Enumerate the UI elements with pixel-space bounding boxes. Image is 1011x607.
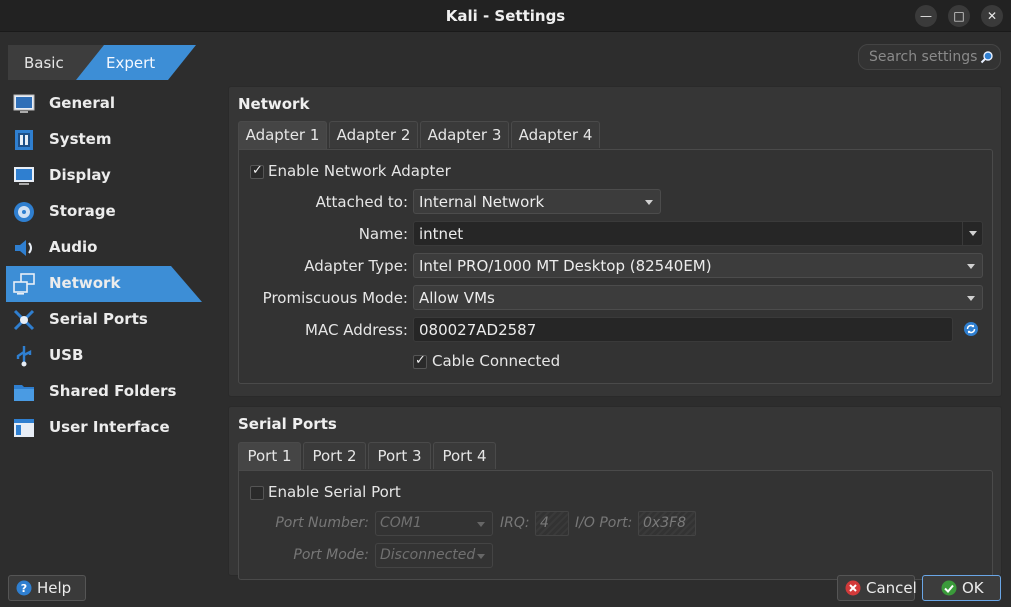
promiscuous-mode-label: Promiscuous Mode:: [262, 289, 408, 307]
tab-adapter-2[interactable]: Adapter 2: [329, 121, 418, 148]
network-title: Network: [238, 95, 310, 113]
maximize-icon: □: [953, 9, 965, 23]
attached-to-select[interactable]: Internal Network: [413, 189, 661, 214]
display-icon: [14, 167, 34, 185]
shared-folders-icon: [14, 385, 34, 401]
tab-adapter-3[interactable]: Adapter 3: [420, 121, 509, 148]
sidebar-item-label: Serial Ports: [49, 310, 148, 328]
chevron-down-icon: [967, 264, 975, 269]
sidebar-item-label: Shared Folders: [49, 382, 177, 400]
cable-connected-checkbox[interactable]: [413, 353, 427, 369]
sidebar-item-general[interactable]: General: [0, 86, 210, 122]
sidebar-item-storage[interactable]: Storage: [0, 194, 210, 230]
close-button[interactable]: ✕: [981, 5, 1003, 27]
chevron-down-icon: [645, 200, 653, 205]
network-icon: [13, 273, 35, 295]
chevron-down-icon[interactable]: [962, 222, 982, 245]
usb-icon: [16, 346, 32, 367]
sidebar-item-network[interactable]: Network: [6, 266, 202, 302]
close-icon: ✕: [986, 9, 998, 23]
mac-address-field[interactable]: 080027AD2587: [413, 317, 953, 342]
attached-to-label: Attached to:: [315, 193, 408, 211]
search-placeholder: Search settings: [869, 49, 978, 65]
tab-adapter-1[interactable]: Adapter 1: [238, 121, 327, 150]
sidebar-item-audio[interactable]: Audio: [0, 230, 210, 266]
refresh-mac-icon[interactable]: [963, 321, 979, 337]
sidebar-item-display[interactable]: Display: [0, 158, 210, 194]
sidebar-item-label: System: [49, 130, 112, 148]
title-bar: Kali - Settings — □ ✕: [0, 0, 1011, 32]
serial-ports-title: Serial Ports: [238, 415, 337, 433]
sidebar-item-label: Storage: [49, 202, 116, 220]
general-icon: [13, 94, 35, 113]
name-label: Name:: [358, 225, 408, 243]
sidebar-item-shared-folders[interactable]: Shared Folders: [0, 374, 210, 410]
io-port-label: I/O Port:: [575, 515, 633, 531]
adapter-type-label: Adapter Type:: [304, 257, 408, 275]
storage-icon: [14, 202, 34, 222]
help-button[interactable]: ? Help: [8, 575, 86, 601]
enable-network-adapter-checkbox[interactable]: [250, 163, 264, 179]
mac-address-label: MAC Address:: [305, 321, 408, 339]
minimize-icon: —: [920, 9, 932, 23]
sidebar-item-label: Display: [49, 166, 111, 184]
sidebar-item-system[interactable]: System: [0, 122, 210, 158]
irq-label: IRQ:: [500, 515, 530, 531]
search-icon: [980, 51, 993, 64]
port-number-select[interactable]: COM1: [375, 511, 493, 536]
sidebar-item-label: Network: [49, 274, 121, 292]
io-port-field[interactable]: 0x3F8: [638, 511, 696, 536]
irq-field[interactable]: 4: [535, 511, 569, 536]
enable-serial-port-checkbox[interactable]: [250, 486, 264, 500]
port-mode-label: Port Mode:: [293, 547, 369, 563]
sidebar-item-label: General: [49, 94, 115, 112]
serial-ports-panel: Serial Ports Port 1 Port 2 Port 3 Port 4…: [228, 406, 1002, 580]
tab-adapter-4[interactable]: Adapter 4: [511, 121, 600, 148]
sidebar-item-user-interface[interactable]: User Interface: [0, 410, 210, 446]
port-number-label: Port Number:: [275, 515, 369, 531]
tab-port-3[interactable]: Port 3: [368, 442, 431, 469]
chevron-down-icon: [477, 522, 485, 527]
tab-port-4[interactable]: Port 4: [433, 442, 496, 469]
port-mode-select[interactable]: Disconnected: [375, 543, 493, 568]
sidebar-item-usb[interactable]: USB: [0, 338, 210, 374]
window-title: Kali - Settings: [445, 7, 566, 25]
enable-network-adapter-label: Enable Network Adapter: [268, 162, 451, 180]
sidebar-item-label: Audio: [49, 238, 98, 256]
maximize-button[interactable]: □: [948, 5, 970, 27]
svg-text:?: ?: [21, 582, 27, 595]
cable-connected-label: Cable Connected: [432, 352, 561, 370]
search-input[interactable]: Search settings: [858, 44, 1001, 70]
adapter-settings: Enable Network Adapter Attached to: Inte…: [238, 149, 993, 384]
adapter-type-select[interactable]: Intel PRO/1000 MT Desktop (82540EM): [413, 253, 983, 278]
audio-icon: [15, 240, 32, 256]
sidebar-item-serial-ports[interactable]: Serial Ports: [0, 302, 210, 338]
promiscuous-mode-select[interactable]: Allow VMs: [413, 285, 983, 310]
sidebar: General System Display Storage Audio Net…: [0, 86, 210, 446]
network-panel: Network Adapter 1 Adapter 2 Adapter 3 Ad…: [228, 86, 1002, 397]
ok-button[interactable]: OK: [922, 575, 1001, 601]
chevron-down-icon: [477, 554, 485, 559]
ok-icon: [941, 580, 957, 596]
enable-serial-port-label: Enable Serial Port: [268, 483, 401, 501]
help-icon: ?: [16, 580, 32, 596]
minimize-button[interactable]: —: [915, 5, 937, 27]
cancel-icon: [845, 580, 861, 596]
tab-port-2[interactable]: Port 2: [303, 442, 366, 469]
chevron-down-icon: [967, 296, 975, 301]
user-interface-icon: [14, 419, 34, 437]
sidebar-item-label: USB: [49, 346, 84, 364]
cancel-button[interactable]: Cancel: [837, 575, 917, 601]
name-field[interactable]: intnet: [413, 221, 983, 246]
serial-ports-icon: [13, 309, 35, 331]
tab-port-1[interactable]: Port 1: [238, 442, 301, 471]
system-icon: [15, 130, 33, 150]
sidebar-item-label: User Interface: [49, 418, 170, 436]
port-settings: Enable Serial Port Port Number: COM1 IRQ…: [238, 470, 993, 580]
mode-switch: Basic Expert: [8, 45, 196, 80]
